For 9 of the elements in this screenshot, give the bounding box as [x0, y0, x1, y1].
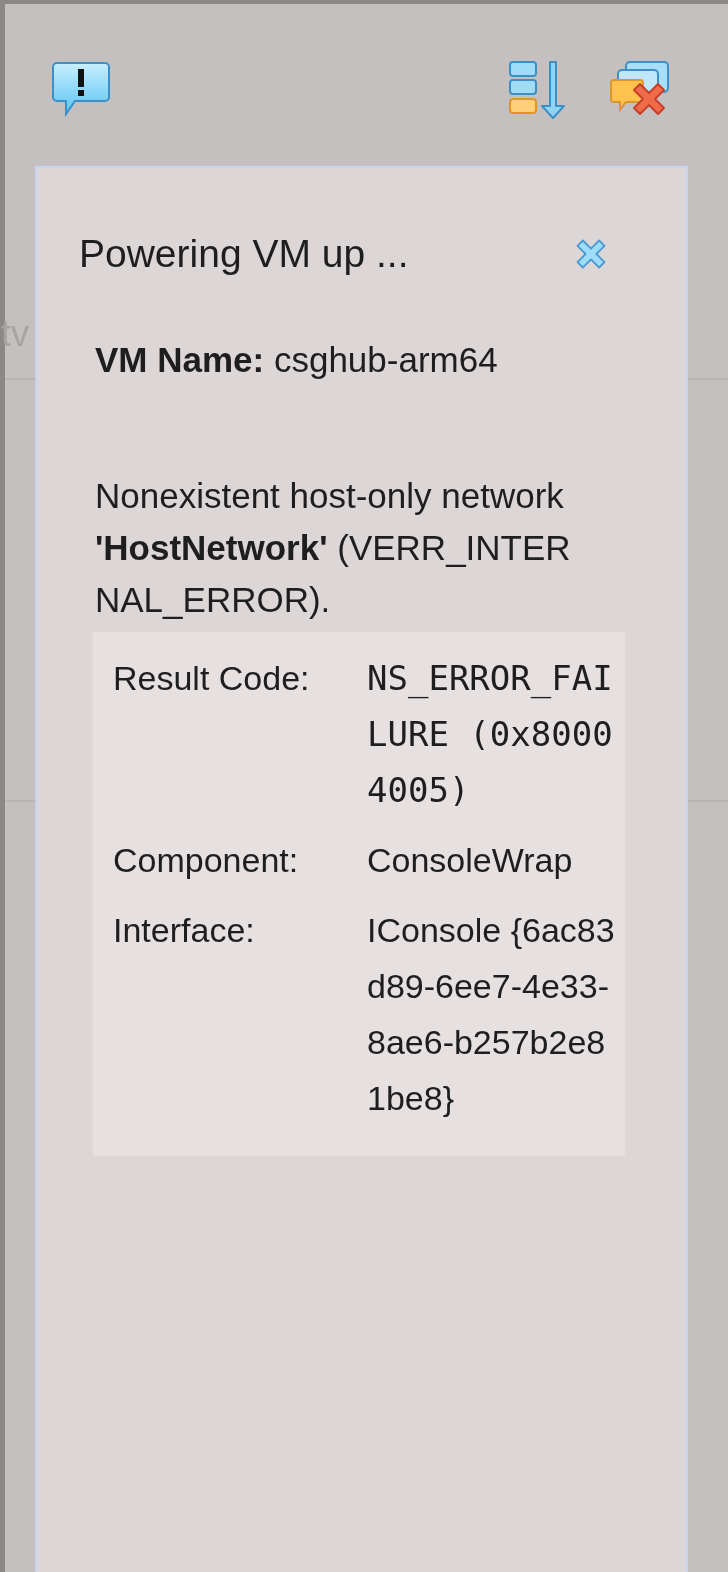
error-message: Nonexistent host-only network 'HostNetwork' (VERR_INTERNAL_ERROR). — [95, 475, 572, 621]
detail-value: IConsole {6ac83d89-6ee7-4e33-8ae6-b257b2e81be8} — [367, 910, 616, 1119]
notification-title: Powering VM up ... — [79, 232, 409, 276]
detail-value: ConsoleWrap — [367, 840, 574, 881]
vm-name: VM Name: csghub-arm64 — [95, 339, 499, 381]
detail-label: Component: — [113, 840, 300, 881]
detail-value: NS_ERROR_FAILURE (0x80004005) — [367, 657, 614, 812]
detail-label: Interface: — [113, 910, 256, 951]
detail-label: Result Code: — [113, 658, 311, 699]
